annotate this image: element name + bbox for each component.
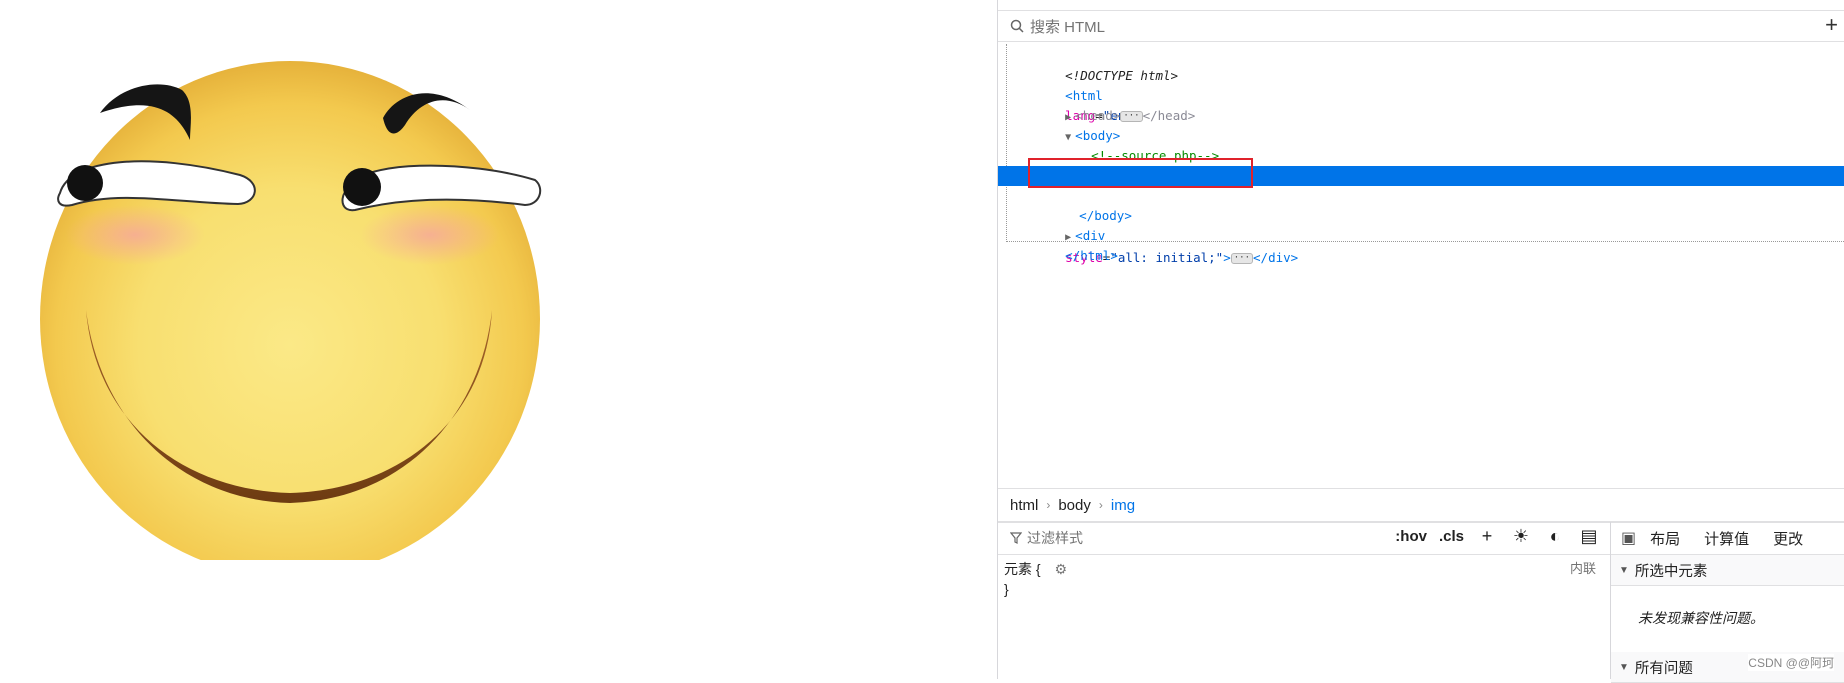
collapsed-ellipsis-icon[interactable]: ··· bbox=[1230, 253, 1254, 264]
hov-button[interactable]: :hov bbox=[1395, 528, 1427, 545]
chevron-right-icon: › bbox=[1098, 498, 1103, 512]
markup-tree: <!DOCTYPE html> <html lang="en"> ▶<head>… bbox=[998, 42, 1844, 490]
section-all-label: 所有问题 bbox=[1634, 660, 1693, 677]
head-node[interactable]: ▶ <head> ··· </head> bbox=[1020, 86, 1844, 123]
breadcrumb-img[interactable]: img bbox=[1111, 497, 1135, 514]
styles-area: 过滤样式 :hov .cls + ☀ ◐ ▤ 元素 { ⚙ } 内联 ▣ 布局 … bbox=[998, 522, 1844, 683]
search-input[interactable]: 搜索 HTML bbox=[1030, 16, 1105, 37]
breadcrumb-html[interactable]: html bbox=[1010, 497, 1038, 514]
breadcrumb: html › body › img bbox=[998, 488, 1844, 523]
highlight-annotation-box bbox=[1028, 158, 1253, 188]
devtools-toolbar bbox=[998, 0, 1844, 11]
tab-computed[interactable]: 计算值 bbox=[1704, 528, 1749, 549]
collapse-triangle-icon: ▼ bbox=[1619, 661, 1629, 673]
element-rule-selector: 元素 { bbox=[1004, 561, 1041, 577]
smiley-image[interactable] bbox=[0, 0, 560, 560]
dark-theme-icon[interactable]: ◐ bbox=[1544, 526, 1566, 547]
watermark: CSDN @@阿珂 bbox=[1748, 654, 1834, 671]
search-icon bbox=[1010, 19, 1024, 33]
toggle-sidebar-icon[interactable]: ▣ bbox=[1621, 528, 1636, 548]
html-search-bar[interactable]: 搜索 HTML + bbox=[998, 11, 1844, 42]
tab-changes[interactable]: 更改 bbox=[1773, 528, 1803, 549]
inline-label: 内联 bbox=[1569, 561, 1596, 576]
filter-icon bbox=[1010, 532, 1022, 544]
add-rule-icon[interactable]: + bbox=[1476, 526, 1498, 547]
element-rule-close: } bbox=[1004, 581, 1009, 597]
section-selected-label: 所选中元素 bbox=[1634, 563, 1708, 580]
add-node-icon[interactable]: + bbox=[1825, 14, 1838, 36]
cls-button[interactable]: .cls bbox=[1439, 528, 1464, 545]
breadcrumb-body[interactable]: body bbox=[1058, 497, 1091, 514]
element-rule[interactable]: 元素 { ⚙ } 内联 bbox=[998, 555, 1610, 603]
rules-panel: 过滤样式 :hov .cls + ☀ ◐ ▤ 元素 { ⚙ } 内联 bbox=[998, 522, 1611, 679]
rules-filter-bar: 过滤样式 :hov .cls + ☀ ◐ ▤ bbox=[998, 522, 1610, 555]
devtools-panel: 搜索 HTML + <!DOCTYPE html> <html lang="en… bbox=[997, 0, 1844, 683]
collapse-triangle-icon: ▼ bbox=[1619, 564, 1629, 576]
gear-icon[interactable]: ⚙ bbox=[1054, 561, 1067, 577]
body-node[interactable]: ▼ <body> bbox=[1020, 106, 1844, 143]
page-viewport bbox=[0, 0, 997, 679]
html-close-node[interactable]: </html> bbox=[1020, 226, 1844, 263]
print-media-icon[interactable]: ▤ bbox=[1578, 526, 1600, 547]
div-node[interactable]: ▶ <div style="all: initial;"> ··· </div> bbox=[1020, 206, 1844, 265]
rules-toolbar: :hov .cls + ☀ ◐ ▤ bbox=[1395, 526, 1600, 547]
no-issues-message: 未发现兼容性问题。 bbox=[1638, 610, 1764, 626]
div-close-tag: /div bbox=[1260, 250, 1291, 265]
comment-node[interactable]: <!--source.php--> bbox=[1046, 126, 1844, 163]
light-theme-icon[interactable]: ☀ bbox=[1510, 526, 1532, 547]
div-style-value: "all: initial;" bbox=[1110, 250, 1224, 265]
chevron-right-icon: › bbox=[1046, 498, 1051, 512]
doctype-line[interactable]: <!DOCTYPE html> bbox=[1020, 46, 1844, 83]
tab-layout[interactable]: 布局 bbox=[1650, 528, 1680, 549]
side-tabs: ▣ 布局 计算值 更改 bbox=[1611, 522, 1844, 555]
body-close-node[interactable]: </body> bbox=[1034, 186, 1844, 223]
html-node[interactable]: <html lang="en"> bbox=[1020, 66, 1844, 123]
filter-styles-input[interactable]: 过滤样式 bbox=[1027, 528, 1083, 548]
section-selected-element[interactable]: ▼ 所选中元素 bbox=[1611, 555, 1844, 586]
html-close-tag: /html bbox=[1072, 248, 1111, 263]
